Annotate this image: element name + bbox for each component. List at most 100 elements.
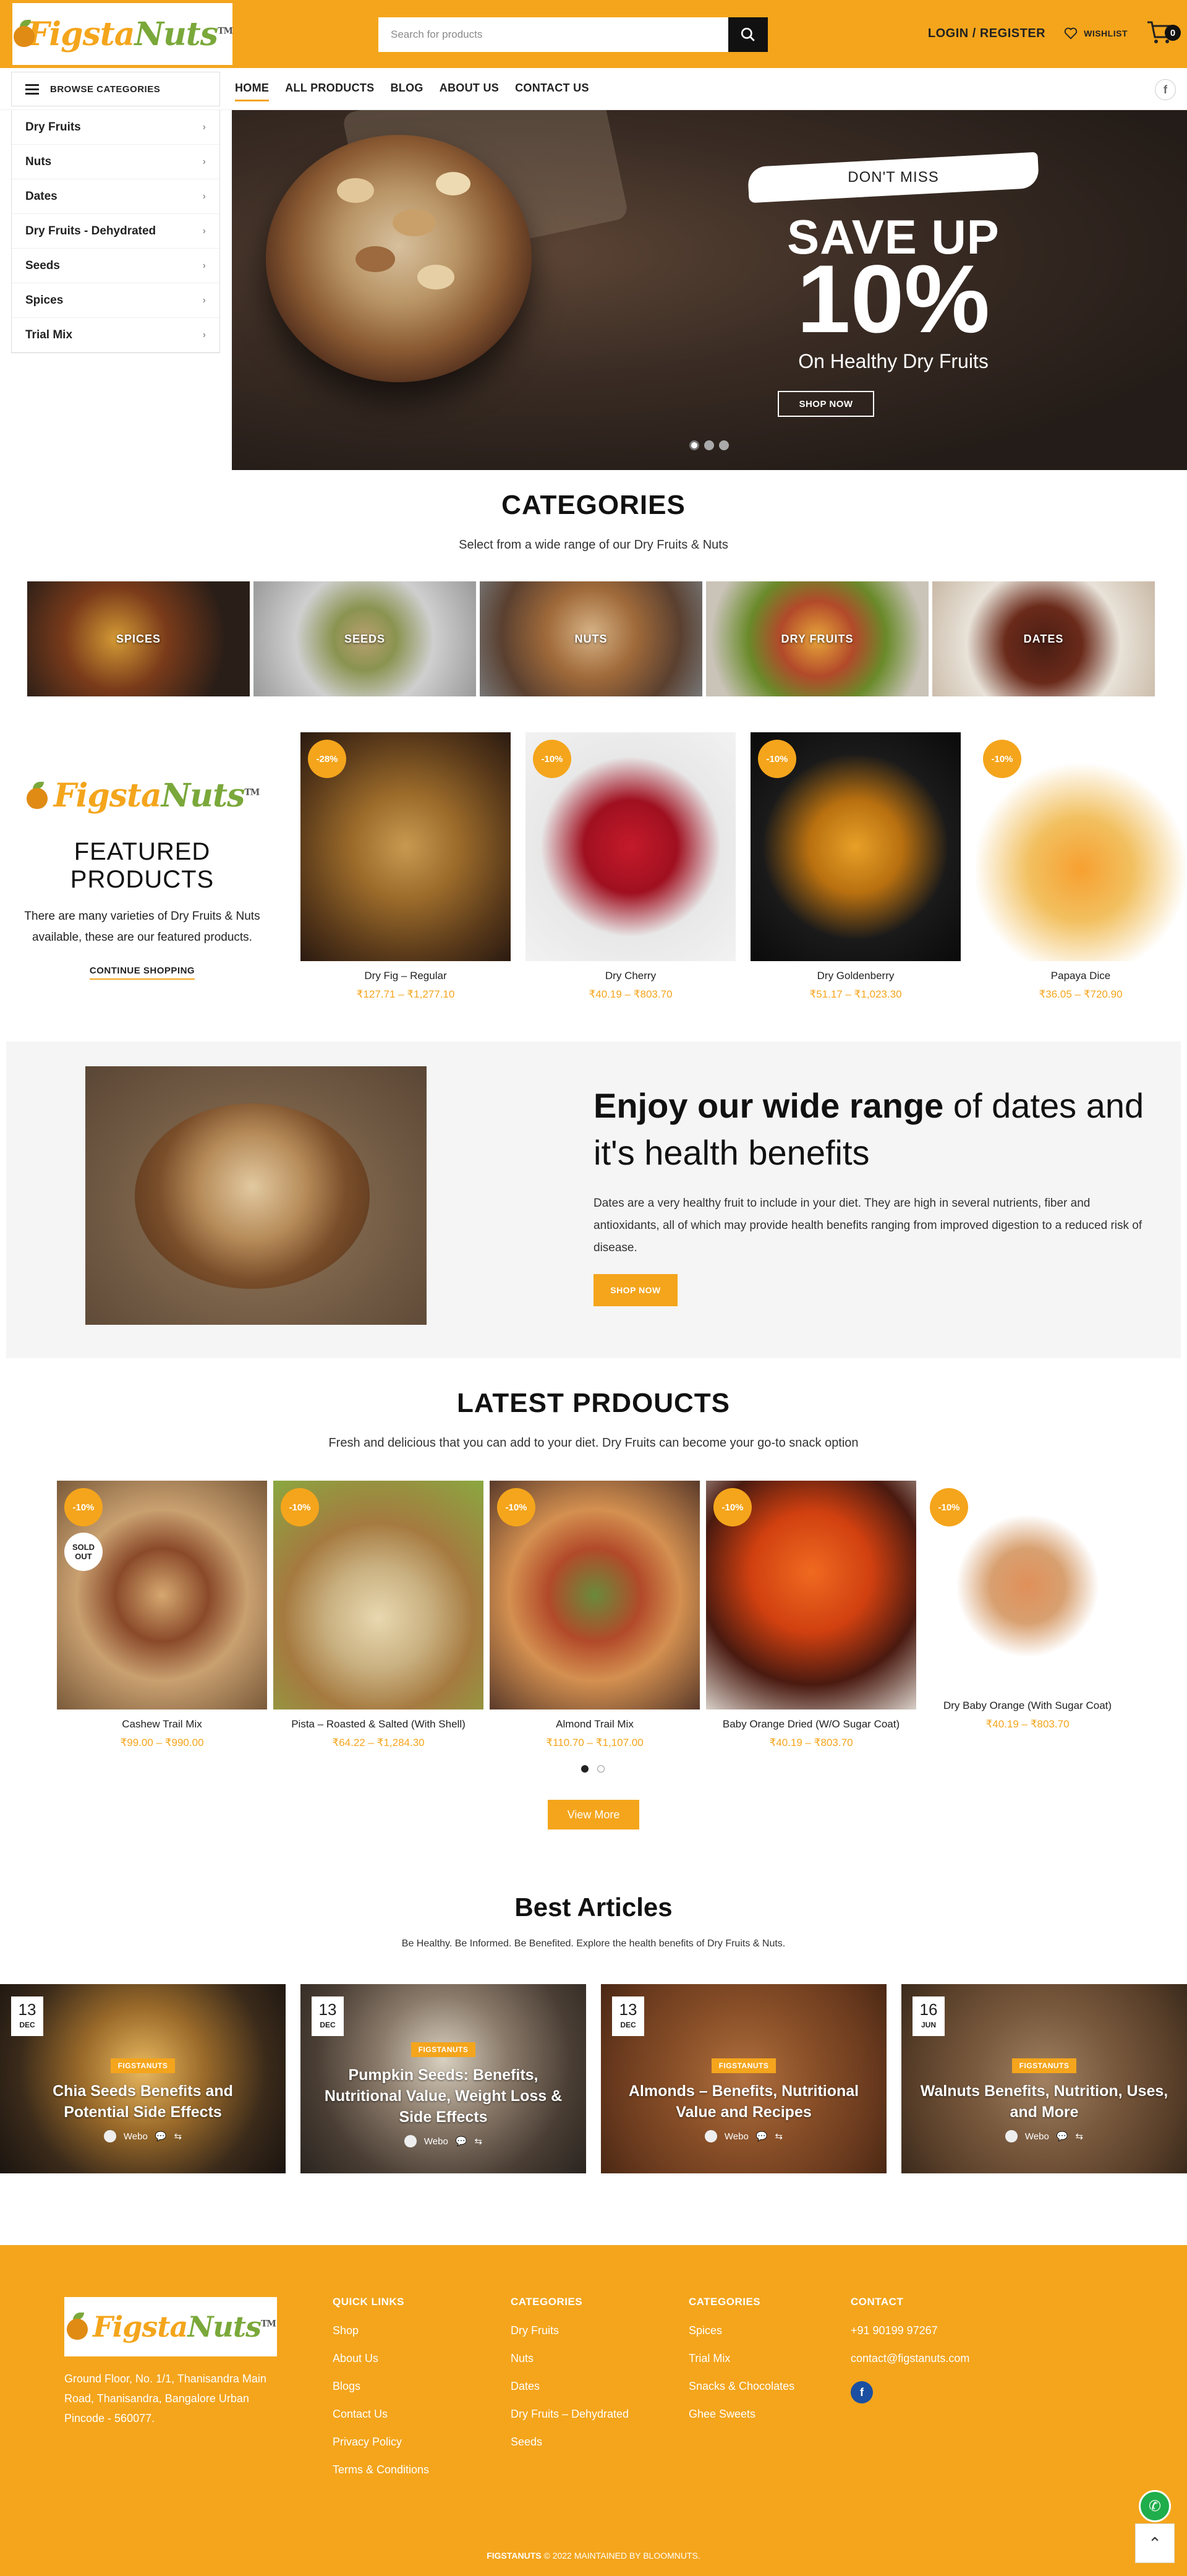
browse-categories-button[interactable]: BROWSE CATEGORIES [11,72,220,106]
product-card[interactable]: -28% Dry Fig – Regular ₹127.71 – ₹1,277.… [300,732,511,1001]
nav-contact-us[interactable]: CONTACT US [515,82,589,101]
product-card[interactable]: -10% Dry Goldenberry ₹51.17 – ₹1,023.30 [751,732,961,1001]
article-tag[interactable]: FIGSTANUTS [411,2042,476,2057]
footer-link-about[interactable]: About Us [333,2345,429,2373]
footer-link-terms[interactable]: Terms & Conditions [333,2456,429,2484]
page-dot[interactable] [597,1765,605,1773]
article-author[interactable]: Webo [124,2131,148,2142]
comment-icon[interactable]: 💬 [155,2131,167,2142]
nav-about-us[interactable]: ABOUT US [440,82,499,101]
comment-icon[interactable]: 💬 [1057,2131,1068,2142]
facebook-icon[interactable]: f [851,2381,873,2403]
comment-icon[interactable]: 💬 [456,2136,467,2147]
slide-dot[interactable] [704,440,714,450]
sidebar-item-dry-fruits[interactable]: Dry Fruits › [12,110,219,145]
footer-link-category[interactable]: Snacks & Chocolates [689,2373,794,2400]
product-name[interactable]: Pista – Roasted & Salted (With Shell) [273,1718,483,1731]
nav-home[interactable]: HOME [235,82,270,101]
product-card[interactable]: -10% Almond Trail Mix ₹110.70 – ₹1,107.0… [490,1481,700,1749]
sidebar-item-nuts[interactable]: Nuts › [12,145,219,179]
product-image[interactable]: -10% SOLD OUT [57,1481,267,1709]
footer-link-category[interactable]: Spices [689,2317,794,2345]
article-card[interactable]: 13 DEC FIGSTANUTS Chia Seeds Benefits and… [0,1984,286,2173]
product-card[interactable]: -10% Baby Orange Dried (W/O Sugar Coat) … [706,1481,916,1749]
product-name[interactable]: Baby Orange Dried (W/O Sugar Coat) [706,1718,916,1731]
slide-dot[interactable] [719,440,729,450]
article-card[interactable]: 13 DEC FIGSTANUTS Almonds – Benefits, Nut… [601,1984,887,2173]
promo-shop-now-button[interactable]: SHOP NOW [594,1274,678,1306]
article-author[interactable]: Webo [725,2131,749,2142]
product-name[interactable]: Dry Baby Orange (With Sugar Coat) [922,1700,1133,1712]
search-input[interactable] [378,17,728,52]
product-card[interactable]: -10% Pista – Roasted & Salted (With Shel… [273,1481,483,1749]
category-tile-dates[interactable]: DATES [932,581,1155,696]
footer-link-category[interactable]: Seeds [511,2428,629,2456]
sidebar-item-dehydrated[interactable]: Dry Fruits - Dehydrated › [12,214,219,249]
product-card[interactable]: -10% Papaya Dice ₹36.05 – ₹720.90 [976,732,1186,1001]
cart-button[interactable]: 0 [1146,20,1181,47]
footer-logo[interactable]: FigstaNutsTM [64,2297,277,2356]
scroll-to-top-button[interactable]: ⌃ [1135,2523,1175,2563]
nav-blog[interactable]: BLOG [390,82,423,101]
article-tag[interactable]: FIGSTANUTS [110,2058,176,2073]
product-image[interactable]: -28% [300,732,511,961]
footer-link-category[interactable]: Nuts [511,2345,629,2373]
hero-shop-now-button[interactable]: SHOP NOW [778,391,874,417]
product-image[interactable]: -10% [273,1481,483,1709]
view-more-button[interactable]: View More [548,1800,639,1829]
article-title[interactable]: Almonds – Benefits, Nutritional Value an… [619,2081,868,2123]
footer-link-category[interactable]: Dry Fruits – Dehydrated [511,2400,629,2428]
footer-phone[interactable]: +91 90199 97267 [851,2317,969,2345]
footer-link-category[interactable]: Trial Mix [689,2345,794,2373]
footer-link-shop[interactable]: Shop [333,2317,429,2345]
product-image[interactable]: -10% [922,1481,1133,1691]
footer-link-category[interactable]: Dry Fruits [511,2317,629,2345]
article-author[interactable]: Webo [424,2136,448,2147]
article-title[interactable]: Pumpkin Seeds: Benefits, Nutritional Val… [319,2065,568,2128]
product-image[interactable]: -10% [490,1481,700,1709]
wishlist-link[interactable]: WISHLIST [1064,27,1128,40]
product-card[interactable]: -10% SOLD OUT Cashew Trail Mix ₹99.00 – ₹… [57,1481,267,1749]
page-dot[interactable] [581,1765,589,1773]
slide-dot[interactable] [689,440,699,450]
product-name[interactable]: Almond Trail Mix [490,1718,700,1731]
footer-link-category[interactable]: Ghee Sweets [689,2400,794,2428]
category-tile-nuts[interactable]: NUTS [480,581,702,696]
category-tile-dry-fruits[interactable]: DRY FRUITS [706,581,929,696]
login-register-link[interactable]: LOGIN / REGISTER [928,27,1045,41]
facebook-icon[interactable]: f [1155,79,1176,100]
article-tag[interactable]: FIGSTANUTS [1011,2058,1077,2073]
product-name[interactable]: Cashew Trail Mix [57,1718,267,1731]
product-card[interactable]: -10% Dry Baby Orange (With Sugar Coat) ₹… [922,1481,1133,1731]
share-icon[interactable]: ⇆ [475,2136,483,2147]
product-image[interactable]: -10% [751,732,961,961]
sidebar-item-trial-mix[interactable]: Trial Mix › [12,318,219,353]
product-name[interactable]: Dry Goldenberry [751,970,961,982]
sidebar-item-seeds[interactable]: Seeds › [12,249,219,283]
share-icon[interactable]: ⇆ [775,2131,783,2142]
product-name[interactable]: Dry Cherry [525,970,736,982]
search-button[interactable] [728,17,768,52]
product-image[interactable]: -10% [706,1481,916,1709]
article-author[interactable]: Webo [1025,2131,1049,2142]
product-image[interactable]: -10% [525,732,736,961]
site-logo[interactable]: FigstaNutsTM [12,3,233,65]
footer-link-privacy[interactable]: Privacy Policy [333,2428,429,2456]
product-name[interactable]: Papaya Dice [976,970,1186,982]
share-icon[interactable]: ⇆ [1076,2131,1084,2142]
category-tile-seeds[interactable]: SEEDS [253,581,476,696]
footer-link-contact[interactable]: Contact Us [333,2400,429,2428]
whatsapp-icon[interactable]: ✆ [1139,2490,1171,2522]
product-card[interactable]: -10% Dry Cherry ₹40.19 – ₹803.70 [525,732,736,1001]
product-name[interactable]: Dry Fig – Regular [300,970,511,982]
footer-email[interactable]: contact@figstanuts.com [851,2345,969,2373]
article-card[interactable]: 13 DEC FIGSTANUTS Pumpkin Seeds: Benefits… [300,1984,586,2173]
footer-link-category[interactable]: Dates [511,2373,629,2400]
share-icon[interactable]: ⇆ [174,2131,182,2142]
footer-link-blogs[interactable]: Blogs [333,2373,429,2400]
article-title[interactable]: Chia Seeds Benefits and Potential Side E… [19,2081,267,2123]
nav-all-products[interactable]: ALL PRODUCTS [285,82,374,101]
product-image[interactable]: -10% [976,732,1186,961]
category-tile-spices[interactable]: SPICES [27,581,250,696]
sidebar-item-dates[interactable]: Dates › [12,179,219,214]
